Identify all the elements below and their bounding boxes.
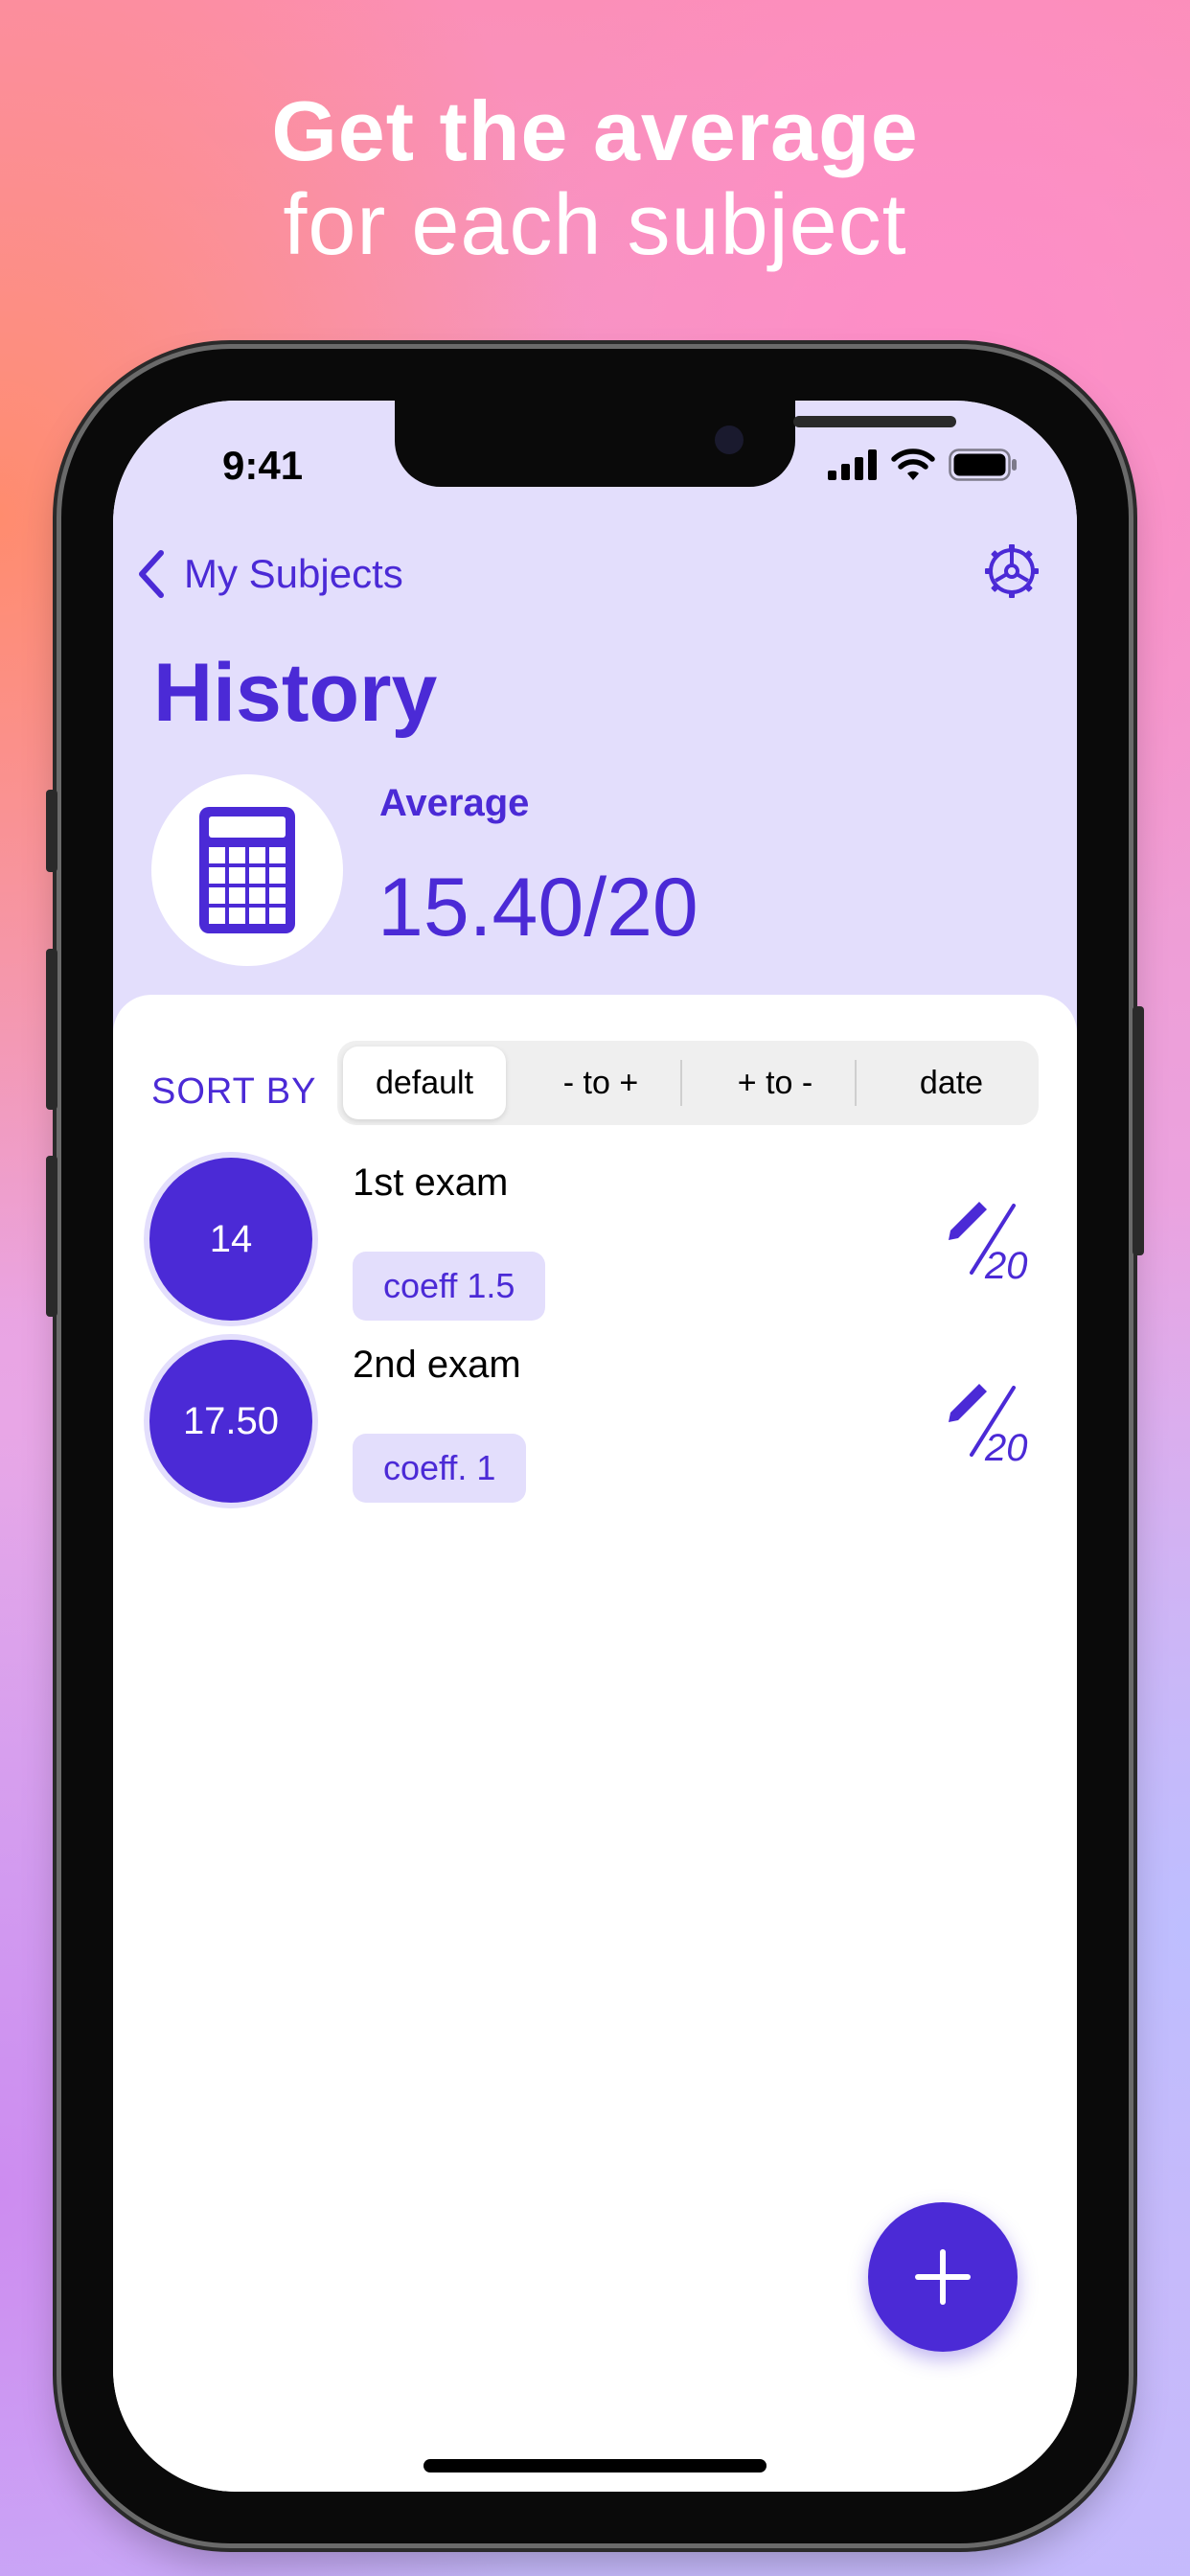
- page-title: History: [153, 647, 438, 739]
- notch: [395, 401, 956, 487]
- exam-name: 2nd exam: [353, 1344, 521, 1386]
- exam-row[interactable]: 17.50 2nd exam coeff. 1 20: [113, 1340, 1077, 1522]
- sort-segmented-control: default - to + + to - date: [337, 1041, 1039, 1125]
- exam-name: 1st exam: [353, 1162, 509, 1204]
- mute-switch: [46, 790, 57, 872]
- back-button-label: My Subjects: [184, 551, 403, 596]
- segment-divider: [855, 1060, 857, 1106]
- earpiece: [793, 416, 956, 427]
- grade-badge: 17.50: [149, 1340, 312, 1503]
- sort-by-label: SORT BY: [151, 1071, 317, 1112]
- sort-option-ascending[interactable]: - to +: [519, 1046, 682, 1119]
- chevron-left-icon: [139, 550, 164, 598]
- volume-up-button: [46, 949, 57, 1110]
- back-button[interactable]: My Subjects: [132, 542, 403, 606]
- add-exam-button[interactable]: [868, 2202, 1018, 2352]
- app-screen: 9:41 My Subjects History Average 15.40/2…: [113, 401, 1077, 2492]
- calculator-icon: [199, 807, 295, 933]
- grade-scale-label: 20: [984, 1427, 1028, 1469]
- sort-option-default[interactable]: default: [343, 1046, 506, 1119]
- battery-icon: [949, 448, 1017, 481]
- promo-headline: Get the average: [271, 83, 919, 178]
- phone-frame: 9:41 My Subjects History Average 15.40/2…: [46, 349, 1144, 2543]
- wifi-icon: [891, 448, 935, 480]
- sort-option-date[interactable]: date: [870, 1046, 1033, 1119]
- front-camera: [715, 426, 744, 454]
- calculator-badge: [151, 774, 343, 966]
- exam-row[interactable]: 14 1st exam coeff 1.5 20: [113, 1158, 1077, 1340]
- side-button: [1133, 1006, 1144, 1255]
- home-indicator[interactable]: [423, 2459, 767, 2472]
- cellular-signal-icon: [828, 449, 877, 480]
- plus-icon: [915, 2249, 971, 2305]
- volume-down-button: [46, 1156, 57, 1317]
- average-value: 15.40/20: [378, 862, 698, 954]
- sort-option-descending[interactable]: + to -: [694, 1046, 857, 1119]
- grade-badge: 14: [149, 1158, 312, 1321]
- pencil-icon[interactable]: 20: [945, 1192, 1041, 1288]
- grade-scale-label: 20: [984, 1245, 1028, 1287]
- coefficient-tag: coeff 1.5: [353, 1252, 546, 1321]
- pencil-icon[interactable]: 20: [945, 1374, 1041, 1470]
- promo-subheadline: for each subject: [283, 177, 907, 273]
- average-label: Average: [379, 782, 530, 824]
- gear-icon[interactable]: [981, 540, 1042, 602]
- coefficient-tag: coeff. 1: [353, 1434, 527, 1503]
- status-time: 9:41: [222, 443, 304, 488]
- status-icons: [828, 448, 1018, 481]
